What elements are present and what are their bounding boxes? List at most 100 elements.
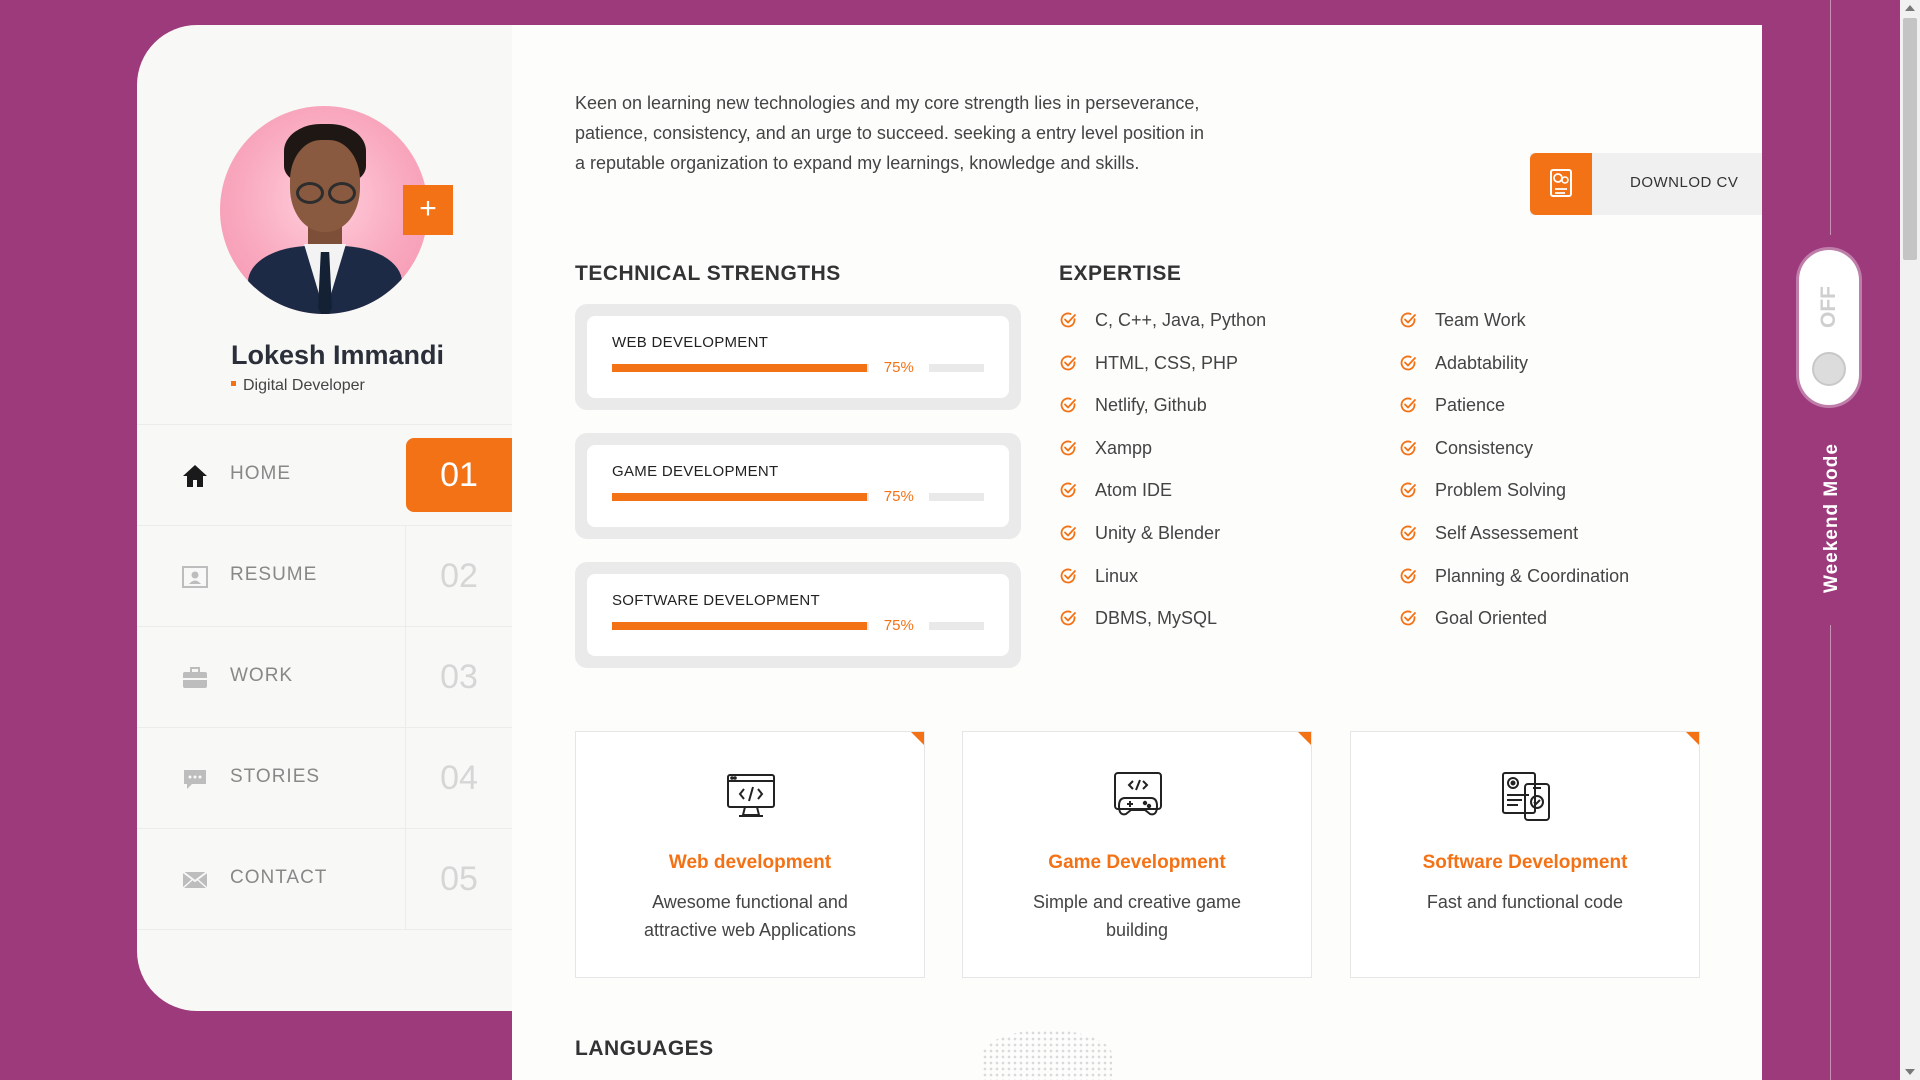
nav-label: STORIES: [230, 766, 321, 787]
service-description: Awesome functional and attractive web Ap…: [643, 892, 857, 940]
profile-role: Digital Developer: [231, 377, 365, 395]
download-cv-label: DOWNLOD CV: [1630, 174, 1739, 191]
expertise-list-technical: C, C++, Java, Python HTML, CSS, PHP Netlif…: [1059, 305, 1379, 646]
weekend-mode-label: Weekend Mode: [1821, 443, 1842, 593]
main-content: Keen on learning new technologies and my…: [512, 25, 1762, 1080]
briefcase-icon: [181, 665, 209, 691]
corner-accent: [911, 732, 924, 745]
expertise-label: Team Work: [1435, 310, 1526, 330]
software-settings-icon: [1500, 770, 1552, 822]
nav-item-stories[interactable]: STORIES 04: [137, 728, 512, 829]
expertise-item: Unity & Blender: [1059, 518, 1379, 561]
service-description: Simple and creative game building: [1032, 892, 1242, 940]
id-card-icon: [181, 564, 209, 590]
nav-label: CONTACT: [230, 867, 328, 888]
skill-label: SOFTWARE DEVELOPMENT: [612, 592, 820, 609]
world-map-decoration: [982, 1030, 1112, 1080]
expertise-item: Self Assessement: [1399, 518, 1719, 561]
skill-percent: 75%: [868, 613, 929, 639]
toggle-state: OFF: [1817, 286, 1840, 328]
profile-name: Lokesh Immandi: [231, 340, 445, 370]
nav-label: HOME: [230, 463, 291, 484]
check-circle-icon: [1400, 525, 1416, 541]
expertise-item: Goal Oriented: [1399, 603, 1719, 646]
nav-item-work[interactable]: WORK 03: [137, 627, 512, 728]
check-circle-icon: [1060, 397, 1076, 413]
plus-button[interactable]: +: [403, 185, 453, 235]
scroll-down-arrow[interactable]: [1905, 1069, 1915, 1075]
expertise-label: Linux: [1095, 565, 1139, 586]
expertise-label: Patience: [1435, 395, 1506, 416]
corner-accent: [1298, 732, 1311, 745]
expertise-label: Self Assessement: [1435, 522, 1579, 543]
expertise-label: Adabtability: [1435, 352, 1529, 373]
expertise-item: DBMS, MySQL: [1059, 603, 1379, 646]
expertise-item: Patience: [1399, 390, 1719, 433]
service-title: Web development: [668, 852, 832, 873]
rail-divider: [1830, 625, 1831, 1080]
gamepad-code-icon: [1112, 770, 1164, 822]
service-title: Game Development: [1048, 852, 1226, 873]
skill-card: SOFTWARE DEVELOPMENT 75%: [575, 562, 1021, 668]
expertise-item: Linux: [1059, 561, 1379, 604]
expertise-label: Goal Oriented: [1435, 608, 1548, 629]
service-card-web[interactable]: Web development Awesome functional and a…: [575, 731, 925, 978]
nav-item-contact[interactable]: CONTACT 05: [137, 829, 512, 930]
nav-number: 03: [405, 627, 512, 727]
expertise-item: Problem Solving: [1399, 475, 1719, 518]
expertise-label: Problem Solving: [1435, 480, 1567, 501]
service-description: Fast and functional code: [1426, 892, 1624, 912]
expertise-item: Consistency: [1399, 433, 1719, 476]
skill-card: GAME DEVELOPMENT 75%: [575, 433, 1021, 539]
check-circle-icon: [1060, 312, 1076, 328]
languages-heading: LANGUAGES: [575, 1037, 714, 1060]
expertise-item: Adabtability: [1399, 348, 1719, 391]
scrollbar[interactable]: [1900, 0, 1920, 1080]
check-circle-icon: [1400, 610, 1416, 626]
expertise-item: Atom IDE: [1059, 475, 1379, 518]
expertise-item: Planning & Coordination: [1399, 561, 1719, 604]
weekend-mode-toggle[interactable]: OFF: [1799, 250, 1859, 405]
check-circle-icon: [1400, 312, 1416, 328]
skill-label: WEB DEVELOPMENT: [612, 334, 769, 351]
check-circle-icon: [1060, 568, 1076, 583]
service-card-software[interactable]: Software Development Fast and functional…: [1350, 731, 1700, 978]
nav-number: 04: [405, 728, 512, 828]
nav-label: RESUME: [230, 564, 318, 585]
profile-role-text: Digital Developer: [243, 377, 365, 394]
skill-label: GAME DEVELOPMENT: [612, 463, 779, 480]
skill-card: WEB DEVELOPMENT 75%: [575, 304, 1021, 410]
toggle-knob[interactable]: [1812, 352, 1846, 386]
check-circle-icon: [1400, 355, 1416, 370]
expertise-item: Team Work: [1399, 305, 1719, 348]
expertise-item: C, C++, Java, Python: [1059, 305, 1379, 348]
check-circle-icon: [1060, 355, 1076, 370]
nav-number: 01: [406, 438, 512, 512]
expertise-label: Unity & Blender: [1095, 522, 1221, 543]
check-circle-icon: [1060, 440, 1076, 456]
nav-item-home[interactable]: HOME 01: [137, 425, 512, 526]
scrollbar-thumb[interactable]: [1903, 18, 1917, 260]
expertise-item: Netlify, Github: [1059, 390, 1379, 433]
check-circle-icon: [1400, 482, 1416, 498]
expertise-label: Xampp: [1095, 437, 1153, 458]
corner-accent: [1686, 732, 1699, 745]
expertise-label: Netlify, Github: [1095, 395, 1207, 416]
check-circle-icon: [1060, 525, 1076, 541]
nav-number: 05: [405, 829, 512, 929]
profile-sidebar: + Lokesh Immandi Digital Developer HOME …: [137, 25, 512, 1011]
main-nav: HOME 01 RESUME 02 WORK 03 STORIES 04 CON…: [137, 424, 512, 930]
check-circle-icon: [1060, 610, 1076, 626]
expertise-item: Xampp: [1059, 433, 1379, 476]
service-card-game[interactable]: Game Development Simple and creative gam…: [962, 731, 1312, 978]
check-circle-icon: [1400, 440, 1416, 456]
expertise-label: C, C++, Java, Python: [1095, 310, 1267, 330]
download-cv-button[interactable]: DOWNLOD CV: [1530, 153, 1762, 215]
scroll-up-arrow[interactable]: [1905, 5, 1915, 11]
expertise-label: HTML, CSS, PHP: [1095, 352, 1239, 373]
expertise-list-soft-skills: Team Work Adabtability Patience Consistency…: [1399, 305, 1719, 646]
expertise-label: DBMS, MySQL: [1095, 608, 1218, 629]
expertise-item: HTML, CSS, PHP: [1059, 348, 1379, 391]
nav-item-resume[interactable]: RESUME 02: [137, 526, 512, 627]
skill-percent: 75%: [868, 484, 929, 510]
